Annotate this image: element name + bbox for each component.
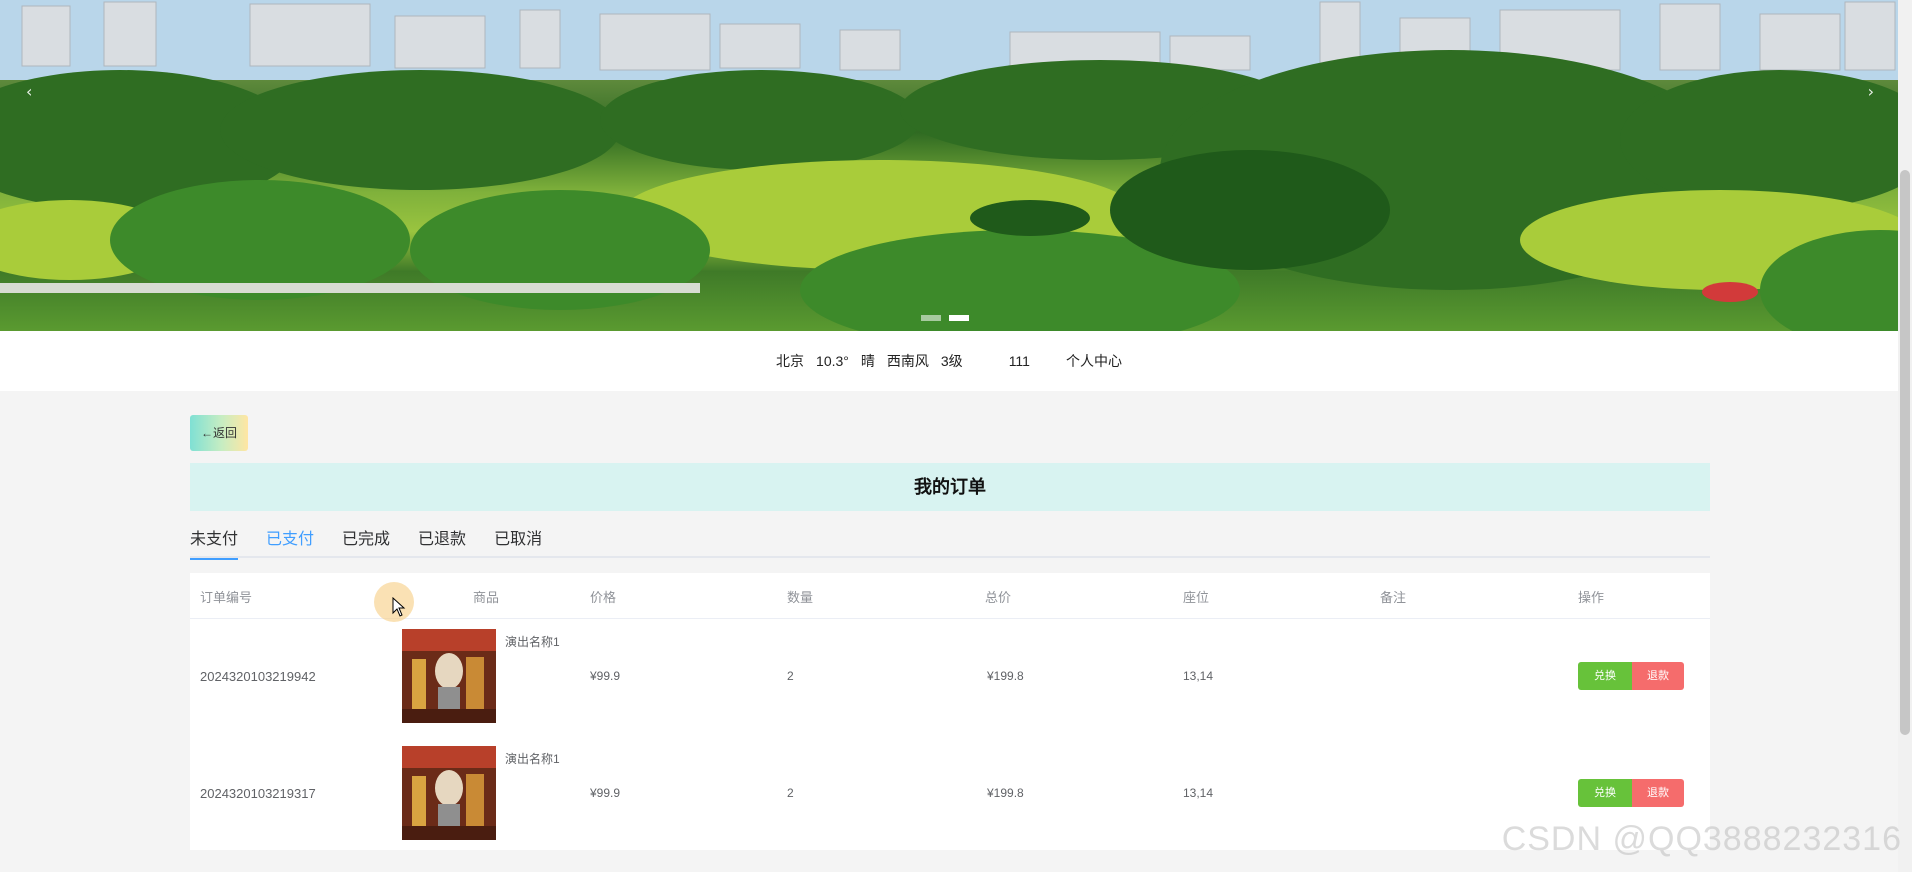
price: ¥99.9 [590, 669, 621, 683]
quantity: 2 [787, 786, 794, 800]
header-info-bar: 北京 10.3° 晴 西南风 3级 111 个人中心 [0, 331, 1898, 391]
carousel-dot-1[interactable] [921, 315, 941, 321]
total-price: ¥199.8 [987, 786, 1024, 800]
column-header-product: 商品 [473, 590, 500, 605]
profile-link[interactable]: 个人中心 [1066, 351, 1122, 371]
column-header-seat: 座位 [1183, 590, 1210, 605]
banner-carousel[interactable]: ‹ › [0, 0, 1898, 331]
scrollbar-thumb[interactable] [1900, 170, 1910, 735]
weather-temperature: 10.3° [816, 353, 849, 369]
back-button[interactable]: ←返回 [190, 415, 248, 451]
table-row: 2024320103219317 演出名称1 ¥99.9 2 ¥199.8 13… [190, 736, 1710, 853]
carousel-indicators [921, 315, 969, 321]
table-header: 订单编号 商品 价格 数量 总价 座位 备注 操作 [190, 573, 1710, 619]
total-price: ¥199.8 [987, 669, 1024, 683]
weather-wind-level: 3级 [940, 353, 963, 369]
tab-unpaid[interactable]: 未支付 [190, 525, 239, 560]
tab-paid[interactable]: 已支付 [266, 525, 314, 558]
orders-table: 订单编号 商品 价格 数量 总价 座位 备注 操作 20243201032199… [190, 573, 1710, 850]
chevron-left-icon: ‹ [26, 82, 33, 101]
watermark: CSDN @QQ3888232316 [1501, 820, 1902, 858]
redeem-button[interactable]: 兑换 [1578, 779, 1632, 807]
order-number: 2024320103219942 [200, 669, 316, 684]
tab-cancelled[interactable]: 已取消 [494, 525, 542, 558]
column-header-remark: 备注 [1380, 590, 1407, 605]
quantity: 2 [787, 669, 794, 683]
price: ¥99.9 [590, 786, 621, 800]
refund-button[interactable]: 退款 [1632, 779, 1684, 807]
product-image [402, 629, 496, 723]
column-header-order-no: 订单编号 [200, 590, 253, 605]
banner-image [0, 0, 1898, 331]
product-name: 演出名称1 [505, 635, 560, 649]
product-thumbnail[interactable] [402, 746, 496, 840]
product-thumbnail[interactable] [402, 629, 496, 723]
page: ‹ › 北京 10.3° 晴 西南风 3级 111 个人中心 ←返回 我的订单 … [0, 0, 1912, 872]
order-status-tabs: 未支付 已支付 已完成 已退款 已取消 [190, 525, 1710, 560]
order-number: 2024320103219317 [200, 786, 316, 801]
weather-city: 北京 [776, 353, 805, 369]
chevron-right-icon: › [1867, 82, 1874, 101]
seat: 13,14 [1183, 786, 1214, 800]
column-header-total: 总价 [985, 590, 1012, 605]
weather-wind: 西南风 [886, 353, 929, 369]
product-name: 演出名称1 [505, 752, 560, 766]
seat: 13,14 [1183, 669, 1214, 683]
product-image [402, 746, 496, 840]
redeem-button[interactable]: 兑换 [1578, 662, 1632, 690]
page-title: 我的订单 [190, 463, 1710, 511]
column-header-price: 价格 [590, 590, 617, 605]
mouse-cursor-icon [392, 597, 406, 617]
weather-condition: 晴 [860, 353, 875, 369]
column-header-actions: 操作 [1578, 590, 1605, 605]
tab-completed[interactable]: 已完成 [342, 525, 390, 558]
carousel-dot-2[interactable] [949, 315, 969, 321]
carousel-prev-button[interactable]: ‹ [24, 70, 60, 110]
column-header-quantity: 数量 [787, 590, 814, 605]
table-row: 2024320103219942 演出名称1 ¥99.9 2 ¥199.8 13… [190, 619, 1710, 736]
username[interactable]: 111 [1009, 353, 1030, 369]
tab-refunded[interactable]: 已退款 [418, 525, 466, 558]
refund-button[interactable]: 退款 [1632, 662, 1684, 690]
carousel-next-button[interactable]: › [1840, 70, 1876, 110]
page-scrollbar[interactable] [1898, 0, 1912, 872]
